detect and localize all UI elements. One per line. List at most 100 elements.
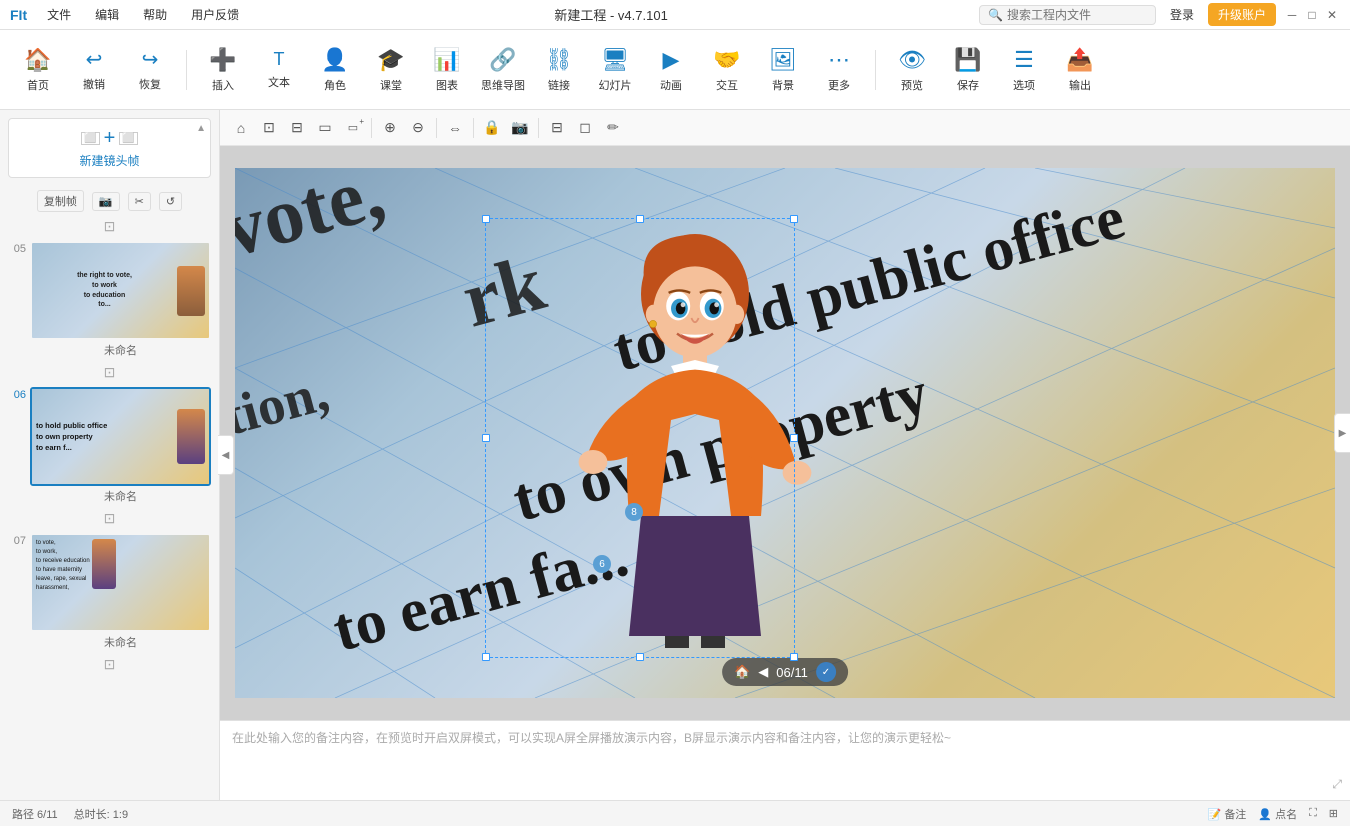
character-button[interactable]: 👤 角色 (307, 34, 363, 106)
main-area: ⬜ + ⬜ 新建镜头帧 ▲ 复制帧 📷 ✂ ↺ ⊡ 05 (0, 110, 1350, 800)
grid-view-icon[interactable]: ⊞ (1329, 807, 1338, 820)
nav-back-icon[interactable]: ◀ (758, 664, 768, 680)
redo-icon: ↪ (142, 47, 159, 72)
more-button[interactable]: ⋯ 更多 (811, 34, 867, 106)
mindmap-button[interactable]: 🔗 思维导图 (475, 34, 531, 106)
preview-button[interactable]: 👁 预览 (884, 34, 940, 106)
slide-thumbnail-06[interactable]: to hold public officeto own propertyto e… (30, 387, 211, 486)
minimize-button[interactable]: ─ (1284, 7, 1300, 23)
toolbar-separator-2 (875, 50, 876, 90)
toolbar-separator-1 (186, 50, 187, 90)
search-icon: 🔍 (988, 8, 1003, 22)
link-button[interactable]: ⛓ 链接 (531, 34, 587, 106)
slide-controls: 复制帧 📷 ✂ ↺ (0, 186, 219, 216)
mindmap-icon: 🔗 (489, 47, 516, 73)
menu-file[interactable]: 文件 (43, 4, 75, 25)
options-button[interactable]: ☰ 选项 (996, 34, 1052, 106)
dot-icon[interactable]: 👤 点名 (1258, 806, 1297, 822)
undo-label: 撤销 (83, 76, 105, 92)
status-right: 📝 备注 👤 点名 ⛶ ⊞ (1208, 806, 1338, 822)
new-frame-label: 新建镜头帧 (79, 152, 139, 169)
maximize-button[interactable]: □ (1304, 7, 1320, 23)
sidebar-collapse-icon[interactable]: ▲ (196, 123, 206, 134)
crop-icon[interactable]: ◻ (572, 115, 598, 141)
note-icon[interactable]: 📝 备注 (1208, 806, 1247, 822)
preview-icon: 👁 (898, 47, 926, 73)
paste-view-icon[interactable]: ⊟ (284, 115, 310, 141)
chart-button[interactable]: 📊 图表 (419, 34, 475, 106)
total-duration: 总时长: 1:9 (74, 806, 128, 822)
screenshot-button[interactable]: 📷 (92, 192, 120, 211)
background-button[interactable]: 🖼 背景 (755, 34, 811, 106)
slide-thumbnail-05[interactable]: the right to vote,to workto educationto.… (30, 241, 211, 340)
interact-icon: 🤝 (713, 47, 740, 73)
export-button[interactable]: 📤 输出 (1052, 34, 1108, 106)
animation-button[interactable]: ▶ 动画 (643, 34, 699, 106)
slide-canvas-area[interactable]: vote, rk tion, to hold public office to … (220, 146, 1350, 720)
slide-item-07[interactable]: 07 to vote,to work,to receive educationt… (0, 529, 219, 654)
menu-help[interactable]: 帮助 (139, 4, 171, 25)
title-bar: FIt 文件 编辑 帮助 用户反馈 新建工程 - v4.7.101 🔍 登录 升… (0, 0, 1350, 30)
slide-preview-06: to hold public officeto own propertyto e… (32, 389, 209, 484)
copy-view-icon[interactable]: ⊡ (256, 115, 282, 141)
search-input[interactable] (1007, 8, 1147, 22)
text-button[interactable]: T 文本 (251, 34, 307, 106)
chart-icon: 📊 (433, 47, 460, 73)
expand-right-button[interactable]: ▶ (1334, 413, 1350, 453)
slide-text-rk: rk (454, 239, 554, 345)
text-icon: T (274, 49, 285, 70)
new-frame-button[interactable]: ⬜ + ⬜ 新建镜头帧 ▲ (8, 118, 211, 178)
search-box[interactable]: 🔍 (979, 5, 1156, 25)
fit-page-icon[interactable]: ⌂ (228, 115, 254, 141)
canvas-wrapper: ⌂ ⊡ ⊟ ▭ ▭+ ⊕ ⊖ ⇔ 🔒 📷 ⊟ ◻ ✏ (220, 110, 1350, 800)
undo-button[interactable]: ↩ 撤销 (66, 34, 122, 106)
flip-icon[interactable]: ⇔ (442, 115, 468, 141)
slide-button[interactable]: 🖥 幻灯片 (587, 34, 643, 106)
slide-item-06[interactable]: 06 to hold public officeto own propertyt… (0, 383, 219, 508)
menu-edit[interactable]: 编辑 (91, 4, 123, 25)
crop-button[interactable]: ✂ (128, 192, 151, 211)
save-button[interactable]: 💾 保存 (940, 34, 996, 106)
collapse-sidebar-button[interactable]: ◀ (218, 435, 234, 475)
slide-text-vote: vote, (235, 168, 393, 275)
slide-canvas: vote, rk tion, to hold public office to … (235, 168, 1335, 698)
upgrade-button[interactable]: 升级账户 (1208, 3, 1276, 26)
close-button[interactable]: ✕ (1324, 7, 1340, 23)
menu-feedback[interactable]: 用户反馈 (187, 4, 243, 25)
edit-icon[interactable]: ✏ (600, 115, 626, 141)
notes-area[interactable]: 在此处输入您的备注内容，在预览时开启双屏模式，可以实现A屏全屏播放演示内容，B屏… (220, 720, 1350, 800)
fullscreen-icon[interactable]: ⛶ (1309, 807, 1317, 820)
interact-button[interactable]: 🤝 交互 (699, 34, 755, 106)
camera-icon[interactable]: 📷 (507, 115, 533, 141)
redo-button[interactable]: ↪ 恢复 (122, 34, 178, 106)
rectangle-icon[interactable]: ▭ (312, 115, 338, 141)
add-rect-icon[interactable]: ▭+ (340, 115, 366, 141)
lock-icon[interactable]: 🔒 (479, 115, 505, 141)
nav-check-icon[interactable]: ✓ (816, 662, 836, 682)
notes-expand-icon[interactable]: ⤢ (1332, 777, 1342, 792)
action-bar: ⌂ ⊡ ⊟ ▭ ▭+ ⊕ ⊖ ⇔ 🔒 📷 ⊟ ◻ ✏ (220, 110, 1350, 146)
slide-total: 11 (794, 665, 808, 680)
insert-button[interactable]: ➕ 插入 (195, 34, 251, 106)
status-left: 路径 6/11 总时长: 1:9 (12, 806, 128, 822)
slide-number-06: 06 (8, 389, 26, 401)
slide-navigation[interactable]: 🏠 ◀ 06/11 ✓ (722, 658, 848, 686)
slide-item-05[interactable]: 05 the right to vote,to workto education… (0, 237, 219, 362)
nav-home-icon[interactable]: 🏠 (734, 664, 750, 680)
zoom-out-icon[interactable]: ⊖ (405, 115, 431, 141)
align-left-icon[interactable]: ⊟ (544, 115, 570, 141)
slide-counter: 06/11 (776, 665, 808, 680)
login-button[interactable]: 登录 (1164, 4, 1200, 25)
slide-thumbnail-07[interactable]: to vote,to work,to receive educationto h… (30, 533, 211, 632)
zoom-in-icon[interactable]: ⊕ (377, 115, 403, 141)
classroom-button[interactable]: 🎓 课堂 (363, 34, 419, 106)
options-icon: ☰ (1014, 47, 1034, 73)
actionbar-sep-1 (371, 118, 372, 138)
more-icon: ⋯ (828, 47, 850, 73)
copy-frame-button[interactable]: 复制帧 (37, 190, 84, 212)
home-button[interactable]: 🏠 首页 (10, 34, 66, 106)
refresh-button[interactable]: ↺ (159, 192, 182, 211)
toolbar-group-actions: 👁 预览 💾 保存 ☰ 选项 📤 输出 (884, 34, 1108, 106)
character-figure[interactable] (555, 228, 835, 648)
slide-label-06: 未命名 (30, 488, 211, 504)
